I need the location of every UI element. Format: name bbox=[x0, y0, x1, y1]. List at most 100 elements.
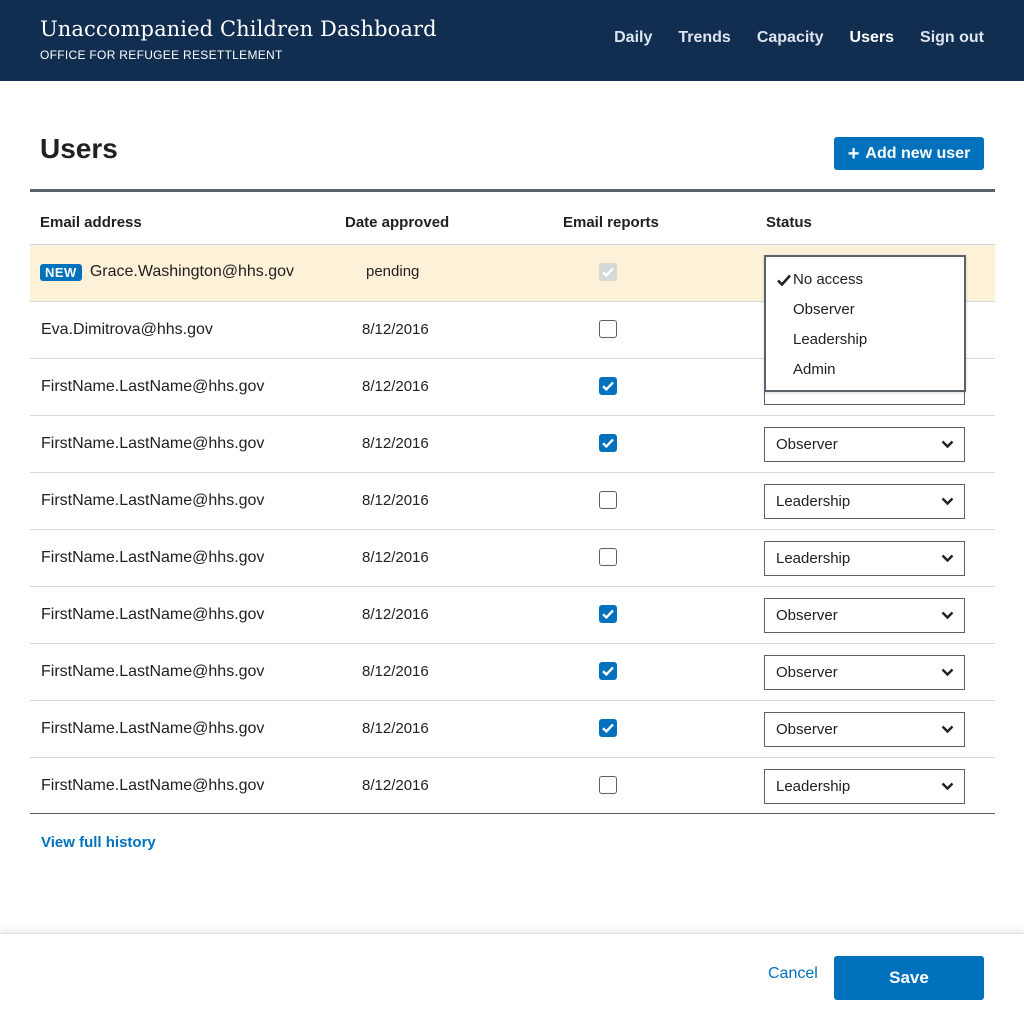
status-select-value: Observer bbox=[776, 607, 838, 624]
column-header-email: Email address bbox=[40, 214, 142, 231]
nav-capacity[interactable]: Capacity bbox=[757, 29, 824, 47]
table-row: FirstName.LastName@hhs.gov 8/12/2016 Leade… bbox=[30, 529, 995, 586]
email-reports-checkbox[interactable] bbox=[599, 776, 617, 794]
status-select[interactable]: Observer bbox=[764, 598, 965, 633]
status-select-value: Leadership bbox=[776, 550, 851, 567]
chevron-down-icon bbox=[941, 782, 954, 791]
email-address: FirstName.LastName@hhs.gov bbox=[41, 378, 265, 395]
column-header-status: Status bbox=[766, 214, 812, 231]
checkmark-icon bbox=[602, 438, 614, 448]
menu-option-observer[interactable]: Observer bbox=[793, 301, 855, 318]
table-row: FirstName.LastName@hhs.gov 8/12/2016 Obser… bbox=[30, 586, 995, 643]
email-address: FirstName.LastName@hhs.gov bbox=[41, 777, 265, 794]
email-reports-checkbox[interactable] bbox=[599, 434, 617, 452]
add-new-user-label: Add new user bbox=[865, 144, 971, 162]
email-address: FirstName.LastName@hhs.gov bbox=[41, 720, 265, 737]
nav-sign-out[interactable]: Sign out bbox=[920, 29, 984, 47]
nav-trends[interactable]: Trends bbox=[678, 29, 730, 47]
checkmark-icon bbox=[777, 274, 791, 286]
email-cell: FirstName.LastName@hhs.gov bbox=[41, 606, 264, 624]
save-button[interactable]: Save bbox=[834, 956, 984, 1000]
main-nav: Daily Trends Capacity Users Sign out bbox=[588, 29, 984, 47]
table-row: FirstName.LastName@hhs.gov 8/12/2016 Leade… bbox=[30, 472, 995, 529]
view-full-history-link[interactable]: View full history bbox=[41, 834, 156, 851]
status-select[interactable]: Observer bbox=[764, 655, 965, 690]
email-reports-checkbox[interactable] bbox=[599, 377, 617, 395]
email-reports-checkbox[interactable] bbox=[599, 719, 617, 737]
chevron-down-icon bbox=[941, 668, 954, 677]
site-header: Unaccompanied Children Dashboard OFFICE … bbox=[0, 0, 1024, 81]
status-select-value: Observer bbox=[776, 721, 838, 738]
nav-users[interactable]: Users bbox=[850, 29, 894, 47]
footer-action-bar: Cancel Save bbox=[0, 933, 1024, 1025]
date-approved: 8/12/2016 bbox=[362, 378, 429, 395]
checkmark-icon bbox=[602, 723, 614, 733]
email-cell: FirstName.LastName@hhs.gov bbox=[41, 549, 264, 567]
menu-option-leadership[interactable]: Leadership bbox=[793, 331, 867, 348]
table-row: FirstName.LastName@hhs.gov 8/12/2016 Obser… bbox=[30, 700, 995, 757]
chevron-down-icon bbox=[941, 611, 954, 620]
email-reports-checkbox[interactable] bbox=[599, 662, 617, 680]
email-cell: FirstName.LastName@hhs.gov bbox=[41, 720, 264, 738]
date-approved: 8/12/2016 bbox=[362, 549, 429, 566]
cancel-link[interactable]: Cancel bbox=[768, 965, 818, 983]
new-badge: NEW bbox=[40, 263, 82, 281]
status-select[interactable]: Leadership bbox=[764, 541, 965, 576]
date-approved: pending bbox=[366, 263, 420, 280]
date-approved: 8/12/2016 bbox=[362, 663, 429, 680]
site-title[interactable]: Unaccompanied Children Dashboard bbox=[40, 17, 437, 41]
table-row: FirstName.LastName@hhs.gov 8/12/2016 Obser… bbox=[30, 415, 995, 472]
chevron-down-icon bbox=[941, 725, 954, 734]
chevron-down-icon bbox=[941, 497, 954, 506]
site-subtitle: OFFICE FOR REFUGEE RESETTLEMENT bbox=[40, 48, 283, 62]
date-approved: 8/12/2016 bbox=[362, 720, 429, 737]
add-new-user-button[interactable]: + Add new user bbox=[834, 137, 984, 170]
email-address: Grace.Washington@hhs.gov bbox=[89, 263, 295, 280]
column-header-date-approved: Date approved bbox=[345, 214, 450, 231]
date-approved: 8/12/2016 bbox=[362, 492, 429, 509]
email-reports-checkbox[interactable] bbox=[599, 605, 617, 623]
date-approved: 8/12/2016 bbox=[362, 777, 429, 794]
column-header-email-reports: Email reports bbox=[563, 214, 659, 231]
email-reports-checkbox[interactable] bbox=[599, 320, 617, 338]
chevron-down-icon bbox=[941, 554, 954, 563]
date-approved: 8/12/2016 bbox=[362, 435, 429, 452]
checkmark-icon bbox=[602, 666, 614, 676]
email-reports-checkbox bbox=[599, 263, 617, 281]
chevron-down-icon bbox=[941, 440, 954, 449]
table-row: FirstName.LastName@hhs.gov 8/12/2016 Obser… bbox=[30, 643, 995, 700]
email-cell: FirstName.LastName@hhs.gov bbox=[41, 378, 264, 396]
date-approved: 8/12/2016 bbox=[362, 606, 429, 623]
email-cell: FirstName.LastName@hhs.gov bbox=[41, 492, 264, 510]
menu-option-admin[interactable]: Admin bbox=[793, 361, 836, 378]
email-cell: Eva.Dimitrova@hhs.gov bbox=[41, 321, 213, 339]
status-select[interactable]: Leadership bbox=[764, 769, 965, 804]
date-approved: 8/12/2016 bbox=[362, 321, 429, 338]
checkmark-icon bbox=[602, 609, 614, 619]
checkmark-icon bbox=[602, 381, 614, 391]
status-select[interactable]: Observer bbox=[764, 712, 965, 747]
status-select-value: Leadership bbox=[776, 778, 851, 795]
email-address: FirstName.LastName@hhs.gov bbox=[41, 606, 265, 623]
status-select-value: Leadership bbox=[776, 493, 851, 510]
email-address: Eva.Dimitrova@hhs.gov bbox=[41, 321, 213, 338]
status-select-value: Observer bbox=[776, 664, 838, 681]
nav-daily[interactable]: Daily bbox=[614, 29, 652, 47]
email-reports-checkbox[interactable] bbox=[599, 491, 617, 509]
email-cell: FirstName.LastName@hhs.gov bbox=[41, 663, 264, 681]
email-address: FirstName.LastName@hhs.gov bbox=[41, 435, 265, 452]
email-reports-checkbox[interactable] bbox=[599, 548, 617, 566]
plus-icon: + bbox=[847, 142, 860, 165]
status-dropdown-menu: No access Observer Leadership Admin bbox=[764, 255, 966, 392]
email-address: FirstName.LastName@hhs.gov bbox=[41, 549, 265, 566]
status-select-value: Observer bbox=[776, 436, 838, 453]
checkmark-icon bbox=[602, 267, 614, 277]
email-cell: FirstName.LastName@hhs.gov bbox=[41, 435, 264, 453]
email-cell: FirstName.LastName@hhs.gov bbox=[41, 777, 264, 795]
status-select[interactable]: Leadership bbox=[764, 484, 965, 519]
page-title: Users bbox=[40, 133, 118, 164]
email-address: FirstName.LastName@hhs.gov bbox=[41, 663, 265, 680]
menu-option-no-access[interactable]: No access bbox=[793, 271, 863, 288]
email-cell: NEW Grace.Washington@hhs.gov bbox=[40, 263, 294, 281]
status-select[interactable]: Observer bbox=[764, 427, 965, 462]
